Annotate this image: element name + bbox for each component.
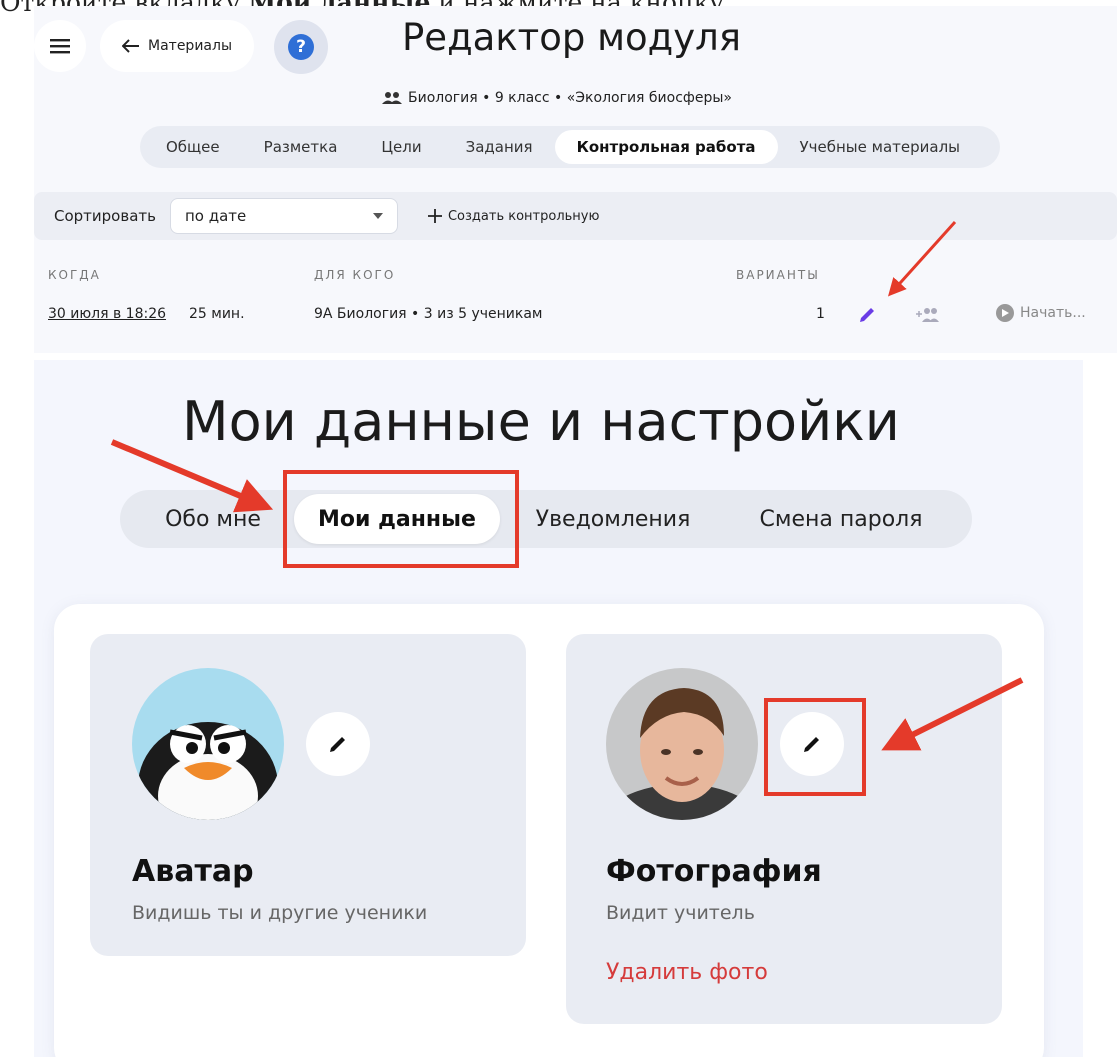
avatar-subtitle: Видишь ты и другие ученики <box>132 902 428 924</box>
tab-change-password[interactable]: Смена пароля <box>738 494 944 544</box>
avatar-title: Аватар <box>132 854 254 889</box>
sort-value: по дате <box>184 207 247 225</box>
student-photo-image <box>606 668 758 820</box>
row-when-link[interactable]: 30 июля в 18:26 <box>48 306 166 322</box>
tab-markup[interactable]: Разметка <box>242 130 360 164</box>
screenshot-root: Откройте вкладку Мои данные и нажмите на… <box>0 0 1117 1057</box>
plus-icon <box>427 209 442 223</box>
caret-down-icon <box>372 213 383 219</box>
photo-title: Фотография <box>606 854 822 889</box>
subject-text: Биология • 9 класс • «Экология биосферы» <box>408 90 732 106</box>
assign-students-button[interactable] <box>914 306 940 324</box>
help-button[interactable]: ? <box>274 20 328 74</box>
row-variants-count: 1 <box>816 306 825 322</box>
settings-title: Мои данные и настройки <box>182 390 900 453</box>
column-header-for-whom: ДЛЯ КОГО <box>314 268 396 282</box>
module-editor-panel: Материалы ? Редактор модуля Биология • 9… <box>34 6 1117 353</box>
page-title: Редактор модуля <box>402 16 742 59</box>
photo-card: Фотография Видит учитель Удалить фото <box>566 634 1002 1024</box>
tab-goals[interactable]: Цели <box>359 130 443 164</box>
row-for-whom: 9А Биология • 3 из 5 ученикам <box>314 306 543 322</box>
avatar-card: Аватар Видишь ты и другие ученики <box>90 634 526 956</box>
play-icon <box>996 304 1014 322</box>
pencil-icon <box>330 737 345 752</box>
tab-tasks[interactable]: Задания <box>444 130 555 164</box>
menu-button[interactable] <box>34 20 86 72</box>
arrow-left-icon <box>122 39 139 53</box>
subject-line: Биология • 9 класс • «Экология биосферы» <box>382 90 732 106</box>
sort-select[interactable]: по дате <box>169 198 398 234</box>
back-label: Материалы <box>148 38 232 54</box>
people-icon <box>382 92 402 104</box>
add-people-icon <box>916 308 939 322</box>
create-test-button[interactable]: Создать контрольную <box>427 208 600 224</box>
sort-toolbar: Сортировать по дате Создать контрольную <box>34 192 1117 240</box>
hamburger-icon <box>50 39 70 54</box>
editor-tabs: Общее Разметка Цели Задания Контрольная … <box>140 126 1000 168</box>
settings-panel: Мои данные и настройки Обо мне Мои данны… <box>34 360 1083 1057</box>
edit-variant-button[interactable] <box>856 304 878 326</box>
highlight-my-data-tab <box>283 470 519 568</box>
help-icon: ? <box>288 34 314 60</box>
penguin-avatar-image <box>132 668 284 820</box>
pencil-icon <box>860 308 874 322</box>
start-button[interactable]: Начать... <box>996 304 1086 322</box>
tab-about-me[interactable]: Обо мне <box>138 494 288 544</box>
photo-subtitle: Видит учитель <box>606 902 755 924</box>
tab-learning-materials[interactable]: Учебные материалы <box>778 130 983 164</box>
settings-tabs: Обо мне Мои данные Уведомления Смена пар… <box>120 490 972 548</box>
column-header-variants: ВАРИАНТЫ <box>736 268 820 282</box>
tab-general[interactable]: Общее <box>144 130 242 164</box>
profile-card: Аватар Видишь ты и другие ученики Фотогр… <box>54 604 1044 1057</box>
tab-notifications[interactable]: Уведомления <box>520 494 706 544</box>
back-to-materials-button[interactable]: Материалы <box>100 20 254 72</box>
tab-test[interactable]: Контрольная работа <box>554 130 778 164</box>
row-duration: 25 мин. <box>189 306 245 322</box>
column-header-when: КОГДА <box>48 268 101 282</box>
delete-photo-link[interactable]: Удалить фото <box>606 960 768 985</box>
highlight-edit-photo-button <box>764 698 866 796</box>
create-label: Создать контрольную <box>447 208 600 224</box>
sort-label: Сортировать <box>54 207 156 225</box>
edit-avatar-button[interactable] <box>306 712 370 776</box>
start-label: Начать... <box>1020 305 1086 321</box>
